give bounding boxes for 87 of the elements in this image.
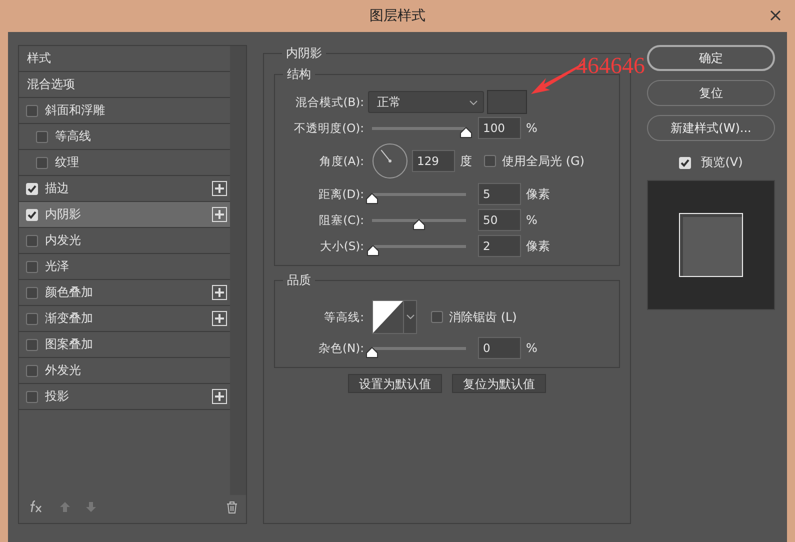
effect-label: 纹理	[55, 154, 80, 171]
checkbox[interactable]	[431, 311, 443, 323]
slider-thumb[interactable]	[413, 218, 425, 230]
checkbox[interactable]	[484, 155, 496, 167]
sidebar-item[interactable]: 渐变叠加	[19, 306, 230, 332]
effect-label: 描边	[45, 180, 70, 197]
add-icon[interactable]	[212, 285, 227, 300]
add-icon[interactable]	[212, 207, 227, 222]
preview-label: 预览(V)	[701, 154, 743, 171]
chevron-icon	[469, 100, 478, 106]
checkbox[interactable]	[26, 338, 38, 350]
checkbox-label: 使用全局光 (G)	[502, 152, 584, 170]
unit-label: %	[526, 121, 538, 135]
effect-label: 内阴影	[45, 206, 82, 223]
sidebar-item[interactable]: 纹理	[19, 150, 230, 176]
slider-thumb[interactable]	[366, 244, 379, 256]
value-field[interactable]: 50	[478, 209, 521, 231]
color-swatch[interactable]	[487, 90, 527, 114]
field-label: 距离(D):	[317, 186, 365, 202]
sidebar-item[interactable]: 斜面和浮雕	[19, 98, 230, 124]
field-label: 阻塞(C):	[318, 212, 365, 228]
section-title: 品质	[286, 272, 312, 289]
sidebar-item[interactable]: 外发光	[19, 358, 230, 384]
unit-label: 度	[460, 152, 472, 170]
checkbox[interactable]	[36, 130, 48, 142]
group-title: 内阴影	[285, 45, 323, 62]
effect-label: 图案叠加	[45, 336, 94, 353]
effect-label: 斜面和浮雕	[45, 102, 106, 119]
dialog-button[interactable]: 新建样式(W)...	[647, 115, 775, 141]
dialog-button[interactable]: 复位	[647, 80, 775, 106]
value-field[interactable]: 129	[412, 150, 455, 172]
value-field[interactable]: 5	[478, 183, 521, 205]
field-label: 不透明度(O):	[293, 120, 365, 136]
effect-label: 投影	[45, 388, 70, 405]
effect-label: 等高线	[55, 128, 92, 145]
value-field[interactable]: 100	[478, 117, 521, 139]
checkbox[interactable]	[26, 260, 38, 272]
value-field[interactable]: 2	[478, 235, 521, 257]
field-label: 角度(A):	[318, 154, 365, 168]
close-icon[interactable]	[770, 10, 781, 21]
unit-label: 像素	[526, 186, 550, 202]
field-label: 杂色(N):	[318, 340, 365, 356]
checkbox[interactable]	[26, 390, 38, 402]
checkbox[interactable]	[26, 286, 38, 298]
default-button[interactable]: 设置为默认值	[348, 374, 442, 393]
sidebar-item[interactable]: 内阴影	[19, 202, 230, 228]
slider-thumb[interactable]	[460, 126, 472, 138]
unit-label: %	[526, 213, 538, 227]
field-label: 混合模式(B):	[294, 94, 365, 110]
default-button[interactable]: 复位为默认值	[452, 374, 546, 393]
checkbox[interactable]	[26, 104, 38, 116]
slider-thumb[interactable]	[366, 192, 378, 204]
blend-mode-dropdown[interactable]: 正常	[368, 91, 484, 113]
section-title: 结构	[286, 66, 312, 83]
checkbox[interactable]	[26, 312, 38, 324]
sidebar-item[interactable]: 投影	[19, 384, 230, 410]
annotation-text: 464646	[576, 54, 645, 77]
effect-label: 外发光	[45, 362, 82, 379]
angle-dial[interactable]	[372, 143, 408, 179]
sidebar-item[interactable]: 光泽	[19, 254, 230, 280]
window-title: 图层样式	[370, 7, 426, 25]
effect-label: 颜色叠加	[45, 284, 94, 301]
checkbox[interactable]	[26, 364, 38, 376]
chevron-icon	[406, 314, 414, 320]
effect-label: 内发光	[45, 232, 82, 249]
checkbox[interactable]	[26, 234, 38, 246]
sidebar-item[interactable]: 图案叠加	[19, 332, 230, 358]
sidebar-item[interactable]: 内发光	[19, 228, 230, 254]
preview-square	[679, 213, 743, 277]
add-icon[interactable]	[212, 311, 227, 326]
checkbox[interactable]	[36, 156, 48, 168]
sidebar-item[interactable]: 颜色叠加	[19, 280, 230, 306]
sidebar-item[interactable]: 等高线	[19, 124, 230, 150]
unit-label: %	[526, 341, 538, 355]
effect-label: 渐变叠加	[45, 310, 94, 327]
value-field[interactable]: 0	[478, 337, 521, 359]
field-label: 大小(S):	[318, 238, 365, 254]
checkbox-label: 消除锯齿 (L)	[449, 308, 517, 326]
unit-label: 像素	[526, 238, 550, 254]
field-label: 等高线:	[323, 310, 365, 324]
add-icon[interactable]	[212, 389, 227, 404]
slider-thumb[interactable]	[366, 346, 378, 358]
trash-icon[interactable]	[226, 500, 238, 514]
contour-picker[interactable]	[372, 300, 417, 334]
dialog-button[interactable]: 确定	[647, 45, 775, 71]
effect-label: 光泽	[45, 258, 70, 275]
add-icon[interactable]	[212, 181, 227, 196]
